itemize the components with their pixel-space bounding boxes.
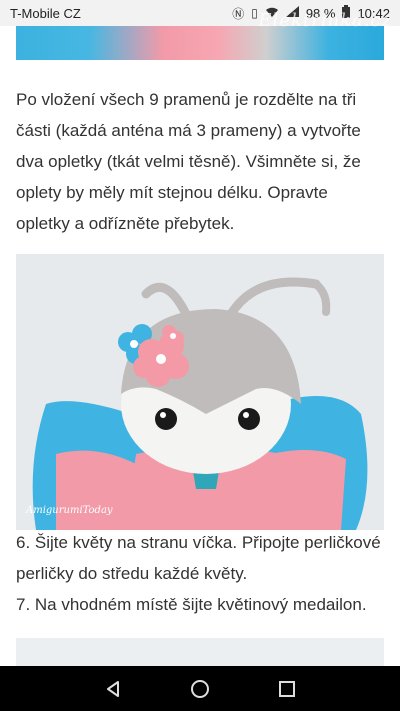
previous-photo-fragment: [16, 26, 384, 60]
carrier-label: T-Mobile CZ: [10, 5, 81, 21]
home-button[interactable]: [180, 669, 220, 709]
amigurumi-photo[interactable]: AmigurumiToday: [16, 254, 384, 530]
recents-button[interactable]: [267, 669, 307, 709]
navigation-bar: [0, 666, 400, 711]
back-button[interactable]: [93, 669, 133, 709]
article-content[interactable]: Po vložení všech 9 pramenů je rozdělte n…: [0, 26, 400, 666]
next-photo-fragment: [16, 638, 384, 666]
nfc-icon: Ⓝ: [232, 6, 245, 21]
back-triangle-icon: [107, 680, 120, 697]
home-circle-icon: [190, 679, 209, 698]
recents-square-icon: [278, 680, 295, 697]
vibrate-icon: ▯: [251, 6, 258, 20]
instruction-paragraph-2: 6. Šijte květy na stranu víčka. Připojte…: [16, 533, 381, 614]
site-watermark: Elektrinka.cz: [258, 10, 392, 31]
instruction-paragraph-1: Po vložení všech 9 pramenů je rozdělte n…: [16, 90, 361, 233]
amigurumi-illustration: [16, 254, 384, 530]
photo-credit: AmigurumiToday: [26, 505, 113, 516]
